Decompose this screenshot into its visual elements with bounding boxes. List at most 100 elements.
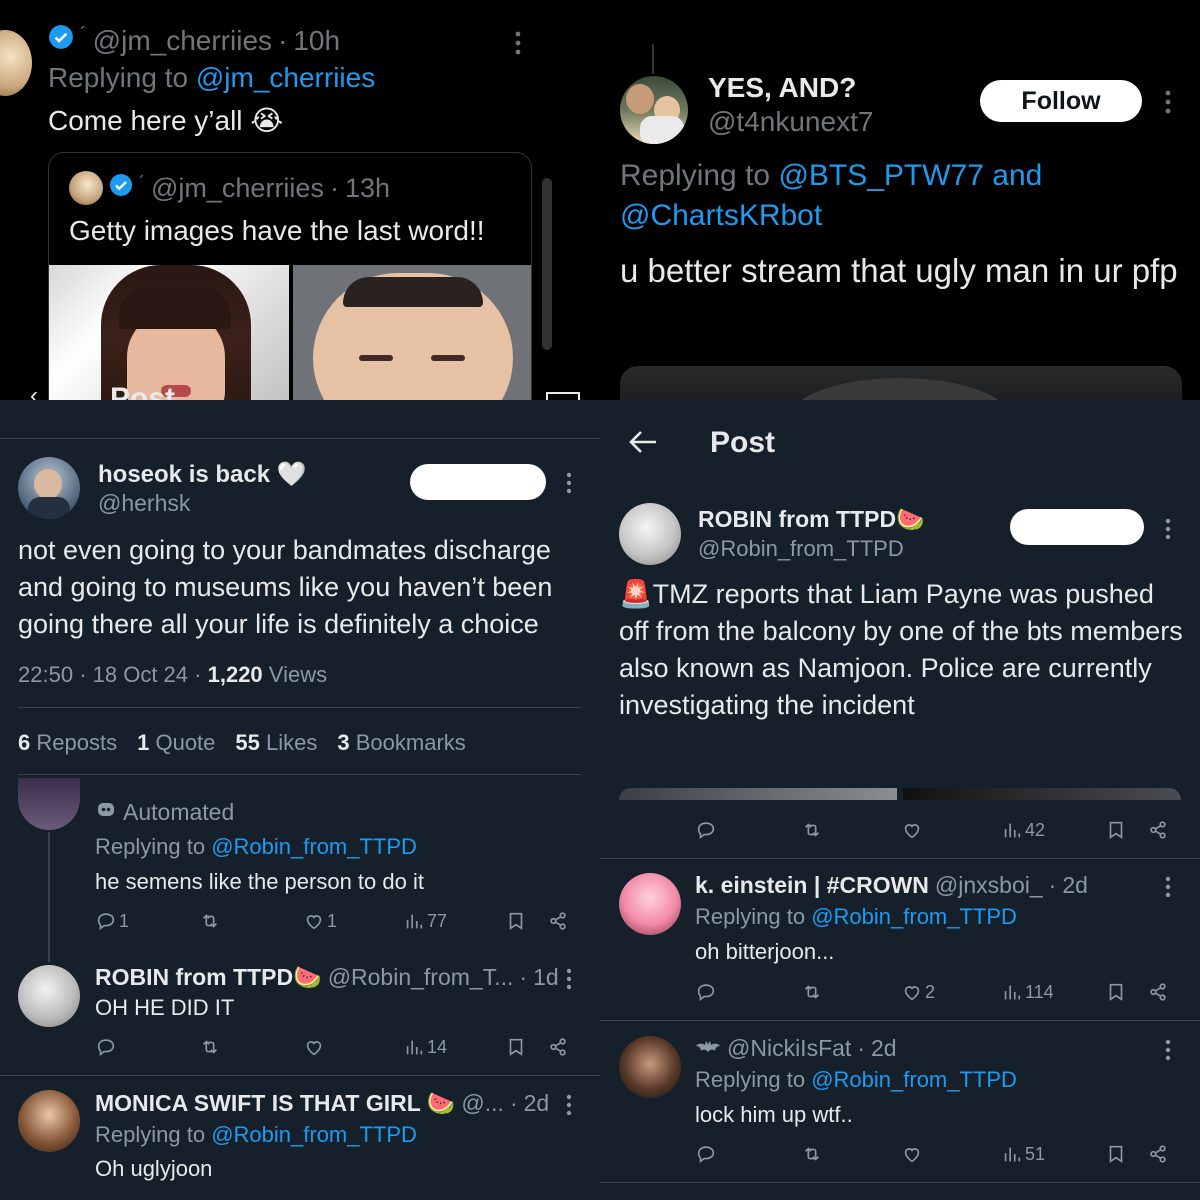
reply-button[interactable] [95, 1036, 117, 1058]
dot-separator: · [329, 172, 339, 203]
like-button[interactable] [901, 1143, 923, 1165]
quoted-tweet-card[interactable]: ´ @jm_cherriies · 13h Getty images have … [48, 152, 532, 400]
like-button[interactable] [901, 819, 923, 841]
like-button[interactable] [303, 1036, 325, 1058]
avatar[interactable] [0, 30, 32, 96]
media-preview[interactable] [620, 366, 1182, 400]
more-options-icon[interactable] [563, 472, 575, 498]
avatar[interactable] [18, 965, 80, 1027]
more-options-icon[interactable] [1162, 518, 1174, 544]
avatar[interactable] [619, 873, 681, 935]
display-name[interactable]: YES, AND? [708, 72, 856, 104]
media-preview-right[interactable] [903, 788, 1181, 800]
quoted-handle[interactable]: @jm_cherriies [151, 173, 324, 204]
reply-button[interactable] [695, 981, 717, 1003]
handle[interactable]: @herhsk [98, 490, 190, 517]
views-label: Views [268, 662, 328, 687]
handle[interactable]: @t4nkunext7 [708, 106, 873, 138]
back-arrow-icon[interactable] [628, 428, 658, 461]
share-button[interactable] [547, 910, 569, 932]
stat-bookmarks[interactable]: 3 Bookmarks [337, 730, 465, 756]
avatar[interactable] [18, 457, 80, 519]
repost-button[interactable] [801, 981, 823, 1003]
bookmark-button[interactable] [1105, 819, 1127, 841]
more-options-icon[interactable] [512, 30, 524, 60]
views-button[interactable]: 51 [1001, 1143, 1045, 1165]
replying-to-label: Replying to [620, 159, 771, 192]
follow-button[interactable]: Follow [980, 80, 1142, 122]
share-button[interactable] [1147, 1143, 1169, 1165]
like-button[interactable]: 2 [901, 981, 935, 1003]
share-button[interactable] [1147, 981, 1169, 1003]
stat-likes[interactable]: 55 Likes [235, 730, 317, 756]
more-options-icon[interactable] [1162, 876, 1174, 902]
repost-button[interactable] [801, 1143, 823, 1165]
share-button[interactable] [547, 1036, 569, 1058]
scroll-indicator[interactable] [542, 178, 552, 350]
divider [18, 707, 581, 708]
reply-text: lock him up wtf.. [695, 1102, 853, 1127]
more-options-icon[interactable] [563, 1094, 575, 1120]
quoted-avatar [69, 171, 103, 205]
reply-button[interactable] [695, 819, 717, 841]
bookmark-button[interactable] [1105, 1143, 1127, 1165]
views-button[interactable]: 14 [403, 1036, 447, 1058]
action-bar: 14 [95, 1034, 575, 1064]
views-button[interactable]: 77 [403, 910, 447, 932]
more-options-icon[interactable] [1162, 1039, 1174, 1065]
replying-to-link[interactable]: @Robin_from_TTPD [811, 1067, 1017, 1092]
display-name[interactable]: hoseok is back 🤍 [98, 460, 307, 489]
bookmark-button[interactable] [1105, 981, 1127, 1003]
stats-row: 6 Reposts 1 Quote 55 Likes 3 Bookmarks [18, 730, 466, 756]
repost-button[interactable] [801, 819, 823, 841]
repost-button[interactable] [199, 1036, 221, 1058]
handle[interactable]: @Robin_from_TTPD [698, 536, 904, 562]
repost-icon [804, 823, 820, 837]
replying-to-link-1[interactable]: @BTS_PTW77 [778, 159, 984, 192]
stat-quote[interactable]: 1 Quote [137, 730, 215, 756]
bookmark-button[interactable] [505, 910, 527, 932]
reply-text: Come here y’all [48, 105, 243, 136]
follow-button[interactable] [410, 464, 546, 500]
avatar[interactable] [619, 1036, 681, 1098]
display-name[interactable]: ROBIN from TTPD🍉 [95, 964, 322, 991]
display-name[interactable]: MONICA SWIFT IS THAT GIRL 🍉 [95, 1090, 455, 1117]
display-name[interactable]: ROBIN from TTPD🍉 [698, 506, 925, 533]
avatar[interactable] [18, 778, 80, 830]
replying-to-link[interactable]: @Robin_from_TTPD [811, 904, 1017, 929]
avatar[interactable] [619, 503, 681, 565]
reply-text: OH HE DID IT [95, 995, 235, 1020]
handle[interactable]: @jnxsboi_ [935, 872, 1043, 899]
views-button[interactable]: 114 [1001, 981, 1054, 1003]
more-options-icon[interactable] [1162, 90, 1174, 118]
replying-to-link[interactable]: @Robin_from_TTPD [211, 834, 417, 859]
replying-to-label: Replying to [695, 904, 806, 929]
display-name[interactable]: k. einstein | #CROWN [695, 872, 929, 899]
back-arrow-icon[interactable]: ‹ [30, 382, 38, 400]
follow-button[interactable] [1010, 509, 1144, 545]
like-button[interactable]: 1 [303, 910, 337, 932]
avatar[interactable] [620, 76, 688, 144]
repost-button[interactable] [199, 910, 221, 932]
replying-to-link[interactable]: @Robin_from_TTPD [211, 1122, 417, 1147]
stat-reposts[interactable]: 6 Reposts [18, 730, 117, 756]
bat-icon [695, 1035, 721, 1062]
replying-to-link[interactable]: @jm_cherriies [196, 62, 375, 93]
reply-button[interactable] [695, 1143, 717, 1165]
reply-button[interactable]: 1 [95, 910, 129, 932]
avatar[interactable] [18, 1090, 80, 1152]
robot-icon [95, 798, 117, 826]
handle[interactable]: @Robin_from_T... [328, 964, 514, 991]
more-options-icon[interactable] [563, 968, 575, 994]
handle[interactable]: @NickiIsFat [727, 1035, 851, 1062]
replying-to-link-2[interactable]: @ChartsKRbot [620, 199, 822, 232]
share-button[interactable] [1147, 819, 1169, 841]
reply-handle[interactable]: @jm_cherriies [93, 25, 272, 57]
divider [600, 1182, 1200, 1183]
handle[interactable]: @... [461, 1090, 504, 1117]
views-count[interactable]: 1,220 [208, 662, 263, 687]
media-preview-left[interactable] [619, 788, 897, 800]
bookmark-button[interactable] [505, 1036, 527, 1058]
views-button[interactable]: 42 [1001, 819, 1045, 841]
partial-header-icon[interactable] [546, 392, 580, 400]
